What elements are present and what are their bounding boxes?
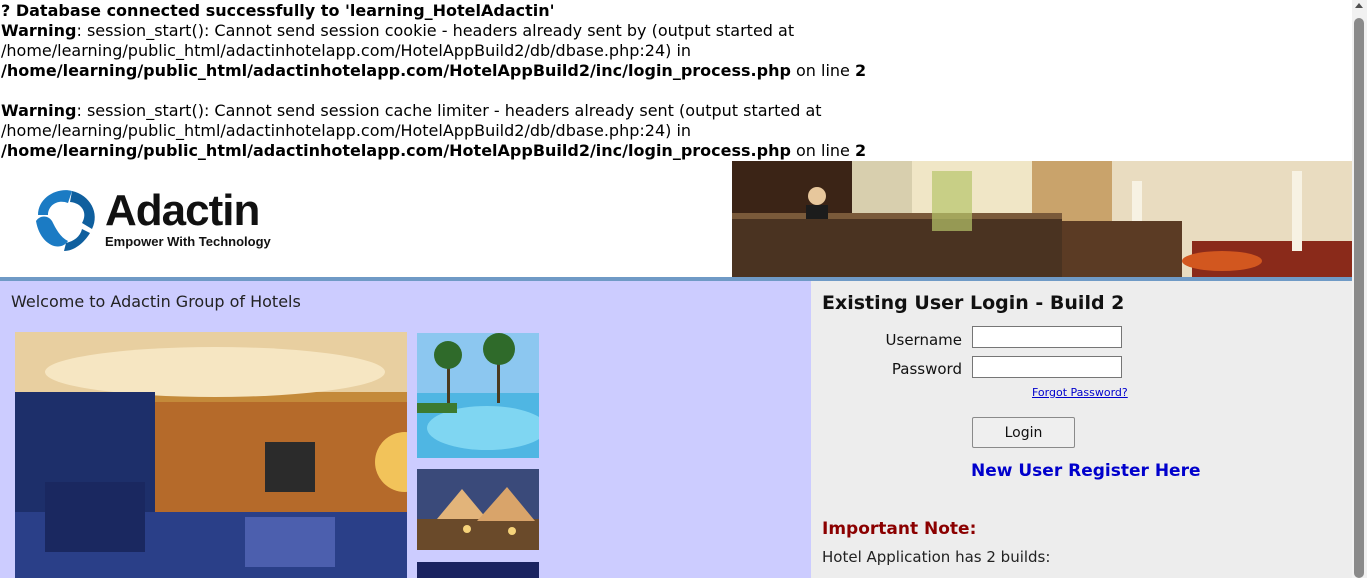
- password-input[interactable]: [972, 356, 1122, 378]
- login-panel: Existing User Login - Build 2 Username P…: [811, 281, 1352, 578]
- warning-1: Warning: session_start(): Cannot send se…: [1, 21, 867, 80]
- register-link[interactable]: New User Register Here: [971, 461, 1201, 481]
- hotel-room-photo: [15, 332, 407, 578]
- login-title: Existing User Login - Build 2: [822, 292, 1125, 314]
- logo-name: Adactin: [105, 186, 260, 235]
- forgot-password-link[interactable]: Forgot Password?: [1032, 386, 1128, 399]
- username-label: Username: [885, 331, 962, 349]
- important-note-text: Hotel Application has 2 builds:: [822, 548, 1051, 566]
- username-input[interactable]: [972, 326, 1122, 348]
- welcome-text: Welcome to Adactin Group of Hotels: [11, 292, 301, 311]
- php-warning-output: ? Database connected successfully to 'le…: [1, 1, 1341, 161]
- login-button[interactable]: Login: [972, 417, 1075, 448]
- scroll-up-arrow-icon[interactable]: [1355, 3, 1363, 8]
- pool-photo: [417, 333, 539, 458]
- hotel-lobby-banner: [732, 161, 1352, 277]
- night-photo: [417, 562, 539, 578]
- password-label: Password: [891, 360, 962, 378]
- important-note-title: Important Note:: [822, 519, 977, 539]
- logo-tagline: Empower With Technology: [105, 234, 271, 249]
- welcome-panel: Welcome to Adactin Group of Hotels: [0, 281, 811, 578]
- tent-resort-photo: [417, 469, 539, 550]
- vertical-scrollbar[interactable]: [1352, 0, 1367, 578]
- page-content: ? Database connected successfully to 'le…: [0, 0, 1352, 578]
- site-header: Adactin Empower With Technology: [0, 161, 1352, 277]
- adactin-swirl-icon: [36, 190, 95, 251]
- warning-2: Warning: session_start(): Cannot send se…: [1, 101, 867, 160]
- db-connected-message: ? Database connected successfully to 'le…: [1, 1, 555, 20]
- adactin-logo[interactable]: Adactin Empower With Technology: [30, 185, 290, 255]
- scrollbar-thumb[interactable]: [1354, 18, 1364, 578]
